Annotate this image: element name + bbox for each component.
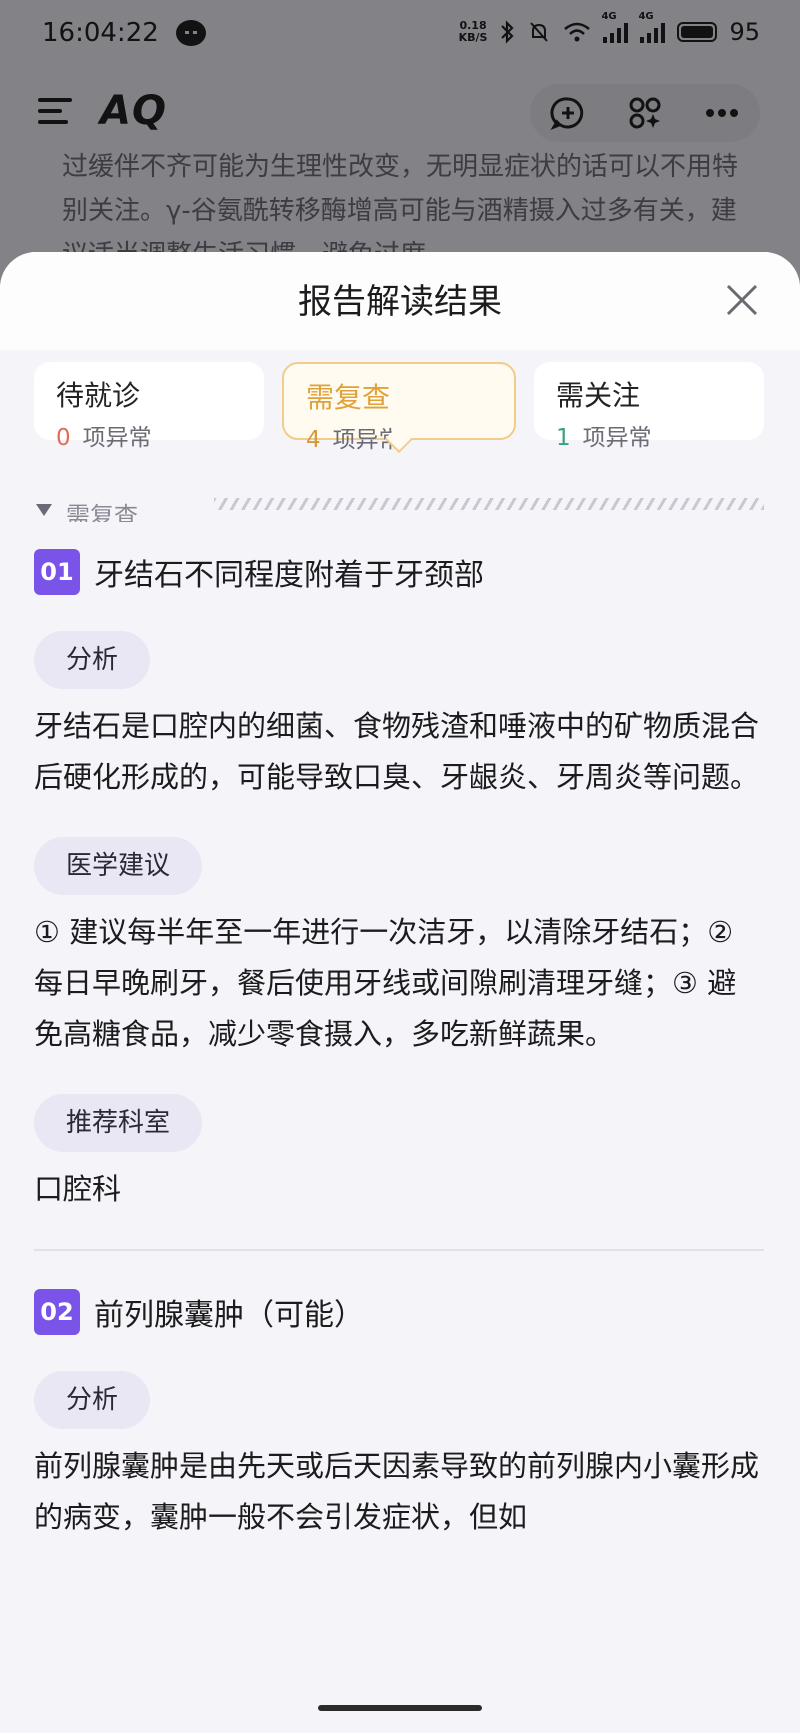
tab-count: 0 项异常: [56, 425, 152, 451]
department-text: 口腔科: [34, 1172, 122, 1206]
section-label: 需复查: [66, 502, 138, 522]
finding-title: 前列腺囊肿（可能）: [94, 1298, 364, 1333]
category-tabs: 待就诊 0 项异常 需复查 4 项异常 需关注 1 项异常: [34, 362, 764, 453]
finding-item: 01 牙结石不同程度附着于牙颈部 分析 牙结石是口腔内的细菌、食物残渣和唾液中的…: [34, 547, 764, 1215]
tab-label: 需关注: [556, 379, 641, 412]
finding-header: 02 前列腺囊肿（可能）: [34, 1287, 764, 1337]
advice-text: ① 建议每半年至一年进行一次洁牙，以清除牙结石；② 每日早晚刷牙，餐后使用牙线或…: [34, 915, 737, 1051]
close-icon[interactable]: [724, 282, 760, 318]
sheet-header: 报告解读结果: [0, 252, 800, 350]
finding-header: 01 牙结石不同程度附着于牙颈部: [34, 547, 764, 597]
analysis-text: 前列腺囊肿是由先天或后天因素导致的前列腺内小囊形成的病变，囊肿一般不会引发症状，…: [34, 1449, 760, 1534]
department-tag: 推荐科室: [34, 1094, 203, 1152]
section-header-recheck[interactable]: 需复查: [34, 490, 764, 522]
tab-label: 需复查: [306, 381, 391, 414]
analysis-tag: 分析: [34, 631, 151, 689]
abnormal-count: 1: [556, 425, 571, 451]
abnormal-count: 0: [56, 425, 71, 451]
tab-need-recheck[interactable]: 需复查 4 项异常: [282, 362, 516, 453]
hatch-divider: [214, 498, 764, 510]
finding-number-badge: 01: [34, 549, 80, 595]
tab-need-attention[interactable]: 需关注 1 项异常: [534, 362, 764, 451]
collapse-triangle-icon: [36, 504, 52, 516]
report-result-sheet: 报告解读结果 待就诊 0 项异常 需复查 4 项异常 需关注 1 项异常 需复查 01…: [0, 252, 800, 1733]
sheet-title: 报告解读结果: [298, 282, 502, 322]
tab-count: 4 项异常: [306, 427, 402, 453]
tab-pending-visit[interactable]: 待就诊 0 项异常: [34, 362, 264, 451]
item-divider: [34, 1249, 764, 1251]
finding-number-badge: 02: [34, 1289, 80, 1335]
finding-title: 牙结石不同程度附着于牙颈部: [94, 558, 484, 593]
abnormal-count: 4: [306, 427, 321, 453]
bottom-fade: [0, 1630, 800, 1733]
tab-count: 1 项异常: [556, 425, 652, 451]
tab-label: 待就诊: [56, 379, 141, 412]
home-indicator[interactable]: [318, 1705, 482, 1711]
analysis-text: 牙结石是口腔内的细菌、食物残渣和唾液中的矿物质混合后硬化形成的，可能导致口臭、牙…: [34, 709, 760, 794]
analysis-tag: 分析: [34, 1371, 151, 1429]
finding-item: 02 前列腺囊肿（可能） 分析 前列腺囊肿是由先天或后天因素导致的前列腺内小囊形…: [34, 1287, 764, 1543]
findings-list: 01 牙结石不同程度附着于牙颈部 分析 牙结石是口腔内的细菌、食物残渣和唾液中的…: [34, 547, 764, 1543]
advice-tag: 医学建议: [34, 837, 203, 895]
